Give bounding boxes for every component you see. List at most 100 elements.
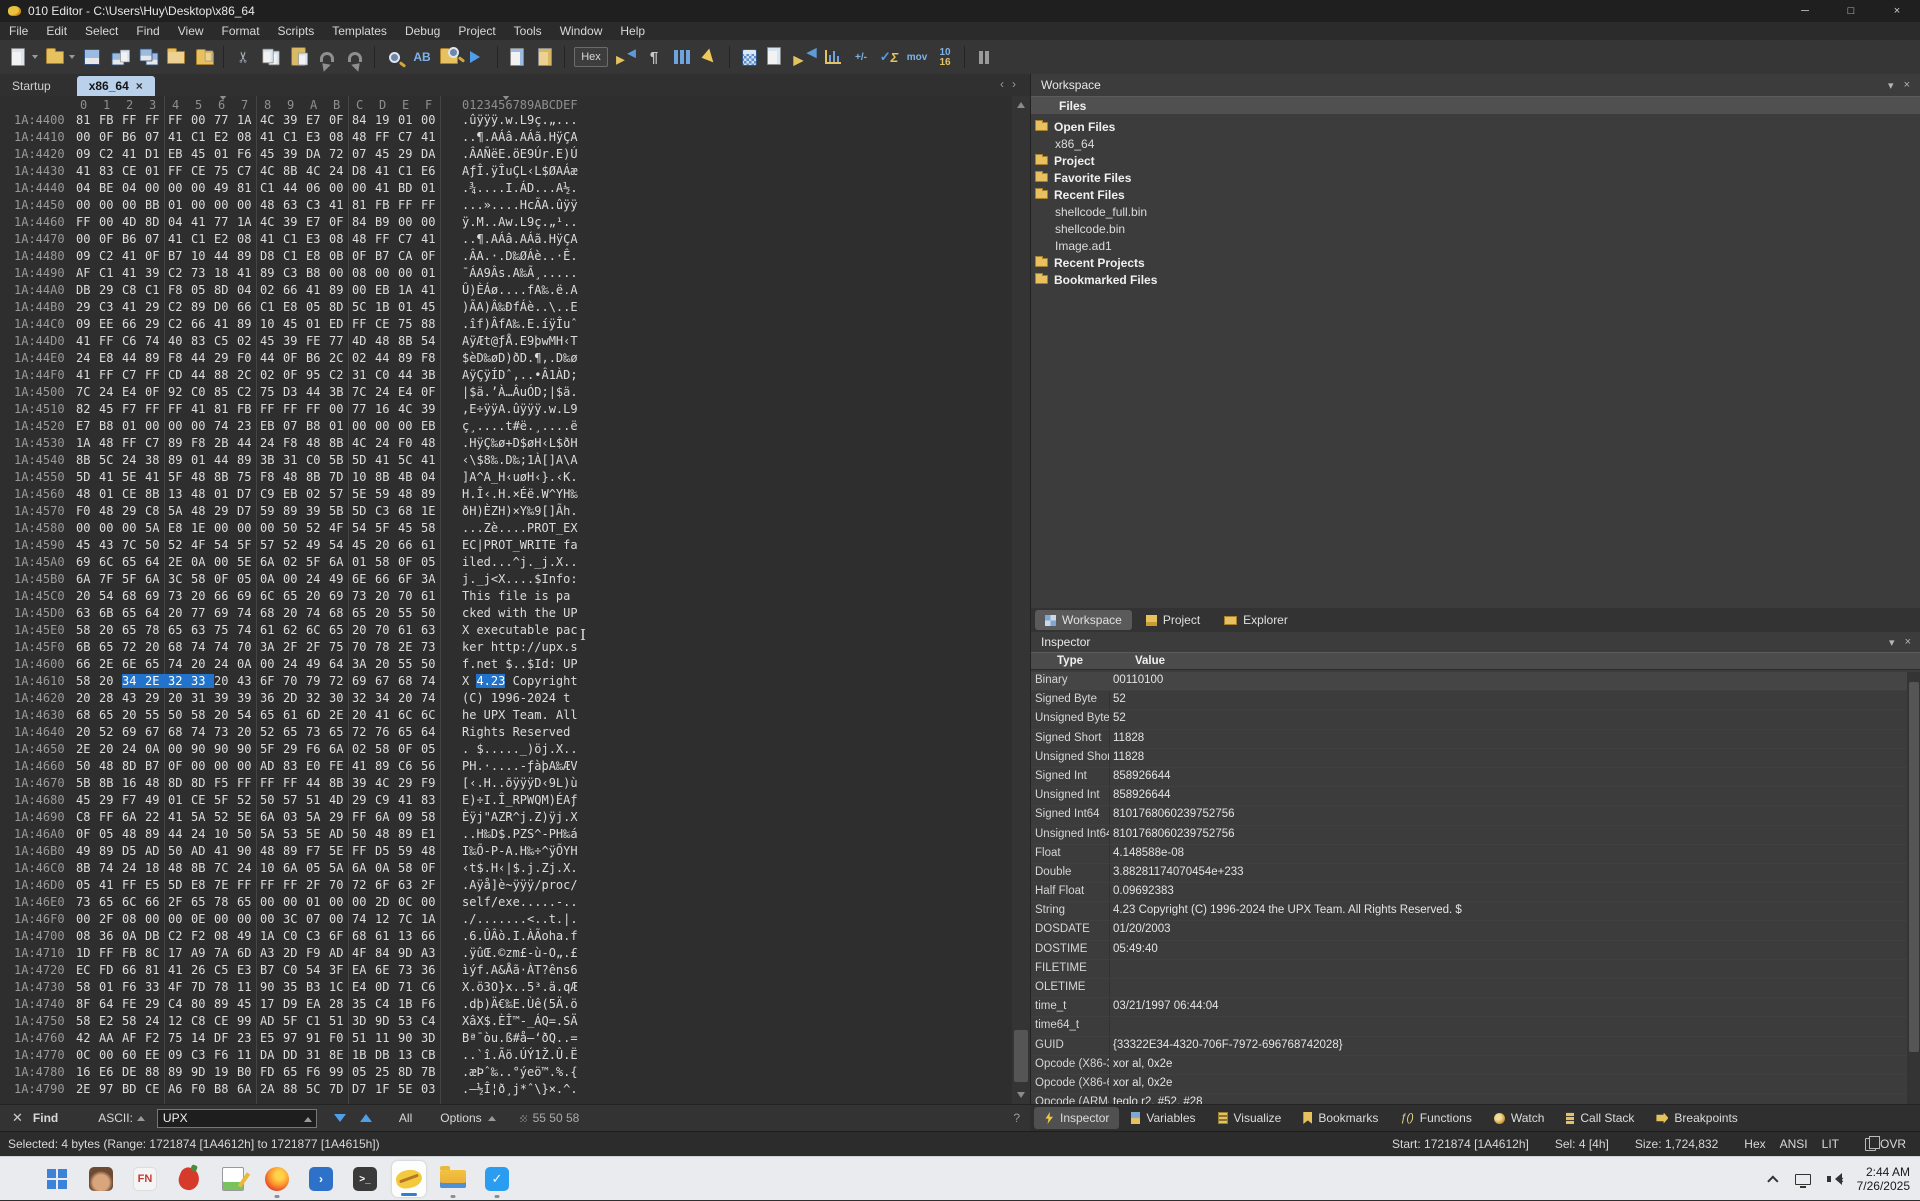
hex-byte[interactable]: 7E xyxy=(214,878,237,892)
hex-byte[interactable]: 00 xyxy=(168,912,191,926)
hex-byte[interactable]: 20 xyxy=(99,742,122,756)
hex-byte[interactable]: 0F xyxy=(329,215,352,229)
hex-byte[interactable]: 3F xyxy=(329,963,352,977)
hex-byte[interactable]: 00 xyxy=(99,521,122,535)
hex-byte[interactable]: 39 xyxy=(237,691,260,705)
ascii-text[interactable]: Èÿj"AZR^j.Z)ÿj.X xyxy=(462,810,578,824)
hex-byte[interactable]: C7 xyxy=(398,130,421,144)
hex-byte[interactable]: 77 xyxy=(329,334,352,348)
ascii-text[interactable]: ‚E÷ÿÿA.ûÿÿÿ.w.L9 xyxy=(462,402,578,416)
hex-byte[interactable]: B7 xyxy=(260,963,283,977)
ascii-text[interactable]: . $....._)öj.X.. xyxy=(462,742,578,756)
hex-byte[interactable]: 24 xyxy=(283,657,306,671)
hex-byte[interactable]: D3 xyxy=(283,385,306,399)
hex-byte[interactable]: 48 xyxy=(145,776,168,790)
hex-byte[interactable]: EB xyxy=(421,419,444,433)
hex-byte[interactable]: 5F xyxy=(214,793,237,807)
hex-byte[interactable]: 7C xyxy=(398,912,421,926)
hex-byte[interactable]: C0 xyxy=(191,385,214,399)
hex-byte[interactable]: 6A xyxy=(329,555,352,569)
hex-byte[interactable]: 48 xyxy=(306,436,329,450)
hex-byte[interactable]: FF xyxy=(122,113,145,127)
hex-byte[interactable]: 26 xyxy=(191,963,214,977)
hex-byte[interactable]: 24 xyxy=(191,827,214,841)
hex-byte[interactable]: 05 xyxy=(352,1065,375,1079)
hex-byte[interactable]: 5F xyxy=(306,555,329,569)
hex-byte[interactable]: 05 xyxy=(191,283,214,297)
hex-byte[interactable]: 05 xyxy=(237,572,260,586)
hex-byte[interactable]: 1B xyxy=(352,1048,375,1062)
hex-byte[interactable]: 61 xyxy=(421,589,444,603)
hex-byte[interactable]: 00 xyxy=(99,198,122,212)
hex-byte[interactable]: F8 xyxy=(191,436,214,450)
hex-byte[interactable]: 35 xyxy=(283,980,306,994)
hex-byte[interactable]: 74 xyxy=(168,657,191,671)
hex-byte[interactable]: 5D xyxy=(352,504,375,518)
compare-icon[interactable] xyxy=(613,44,639,70)
hex-byte[interactable]: 44 xyxy=(306,776,329,790)
hex-byte[interactable]: E8 xyxy=(306,249,329,263)
hex-byte[interactable]: C8 xyxy=(191,1014,214,1028)
hex-byte[interactable]: 00 xyxy=(237,521,260,535)
hex-byte[interactable]: 39 xyxy=(214,691,237,705)
hex-editor[interactable]: 0123456789ABCDEF 0123456789ABCDEF 1A:440… xyxy=(0,96,1030,1104)
hex-byte[interactable]: 5B xyxy=(329,453,352,467)
hex-byte[interactable]: 00 xyxy=(191,759,214,773)
hex-byte[interactable]: 53 xyxy=(398,1014,421,1028)
hex-byte[interactable]: 14 xyxy=(191,1031,214,1045)
hex-byte[interactable]: B6 xyxy=(306,351,329,365)
hex-byte[interactable]: 20 xyxy=(283,606,306,620)
hex-byte[interactable]: F9 xyxy=(421,776,444,790)
hex-byte[interactable]: 76 xyxy=(375,725,398,739)
hex-byte[interactable]: EB xyxy=(168,147,191,161)
hex-byte[interactable]: 41 xyxy=(329,198,352,212)
inspector-row-signed-short[interactable]: Signed Short11828 xyxy=(1031,730,1907,749)
find-help-icon[interactable]: ? xyxy=(1013,1111,1020,1125)
hex-byte[interactable]: 7D xyxy=(329,1082,352,1096)
menu-view[interactable]: View xyxy=(169,23,213,39)
hex-byte[interactable]: 73 xyxy=(421,640,444,654)
ascii-text[interactable]: ..¶.AÁâ.AÁã.HÿÇA xyxy=(462,232,578,246)
hex-byte[interactable]: 67 xyxy=(375,674,398,688)
find-in-files-icon[interactable] xyxy=(437,44,463,70)
hex-byte[interactable]: 1E xyxy=(421,504,444,518)
hex-byte[interactable]: 8D xyxy=(122,759,145,773)
hex-byte[interactable]: EA xyxy=(306,997,329,1011)
hex-byte[interactable]: 20 xyxy=(168,691,191,705)
hex-byte[interactable]: 66 xyxy=(421,929,444,943)
hex-byte[interactable]: 04 xyxy=(122,181,145,195)
hex-byte[interactable]: FB xyxy=(122,946,145,960)
hex-byte[interactable]: 45 xyxy=(421,300,444,314)
hex-byte[interactable]: 03 xyxy=(283,810,306,824)
hex-byte[interactable]: 71 xyxy=(398,980,421,994)
ascii-text[interactable]: Û)ÈÁø....fA‰.ë.A xyxy=(462,283,578,297)
hex-byte[interactable]: 5E xyxy=(237,810,260,824)
hex-byte[interactable]: 20 xyxy=(99,623,122,637)
hex-byte[interactable]: 24 xyxy=(145,1014,168,1028)
hex-byte[interactable]: 5F xyxy=(122,572,145,586)
hex-byte[interactable]: 90 xyxy=(237,742,260,756)
hex-byte[interactable]: 0F xyxy=(99,130,122,144)
hex-byte[interactable]: 41 xyxy=(421,232,444,246)
hex-byte[interactable]: 74 xyxy=(421,674,444,688)
hex-byte[interactable]: 20 xyxy=(168,606,191,620)
hex-byte[interactable]: 44 xyxy=(122,351,145,365)
hex-byte[interactable]: 89 xyxy=(168,436,191,450)
menu-scripts[interactable]: Scripts xyxy=(269,23,324,39)
hex-byte[interactable]: 24 xyxy=(99,385,122,399)
hex-byte[interactable]: 29 xyxy=(398,776,421,790)
hex-byte[interactable]: 1A xyxy=(398,283,421,297)
hex-byte[interactable]: 08 xyxy=(214,929,237,943)
hex-byte[interactable]: 51 xyxy=(329,1014,352,1028)
hex-byte[interactable]: 5F xyxy=(237,538,260,552)
inspector-row-time64-t[interactable]: time64_t xyxy=(1031,1017,1907,1036)
hex-byte[interactable]: 08 xyxy=(76,929,99,943)
hex-byte[interactable]: 41 xyxy=(398,793,421,807)
hex-byte[interactable]: 29 xyxy=(145,300,168,314)
hex-byte[interactable]: 29 xyxy=(99,283,122,297)
hex-byte[interactable]: 65 xyxy=(329,725,352,739)
hex-byte[interactable]: 89 xyxy=(237,453,260,467)
hex-byte[interactable]: 41 xyxy=(306,283,329,297)
hex-byte[interactable]: 02 xyxy=(260,368,283,382)
hex-byte[interactable]: FF xyxy=(375,130,398,144)
